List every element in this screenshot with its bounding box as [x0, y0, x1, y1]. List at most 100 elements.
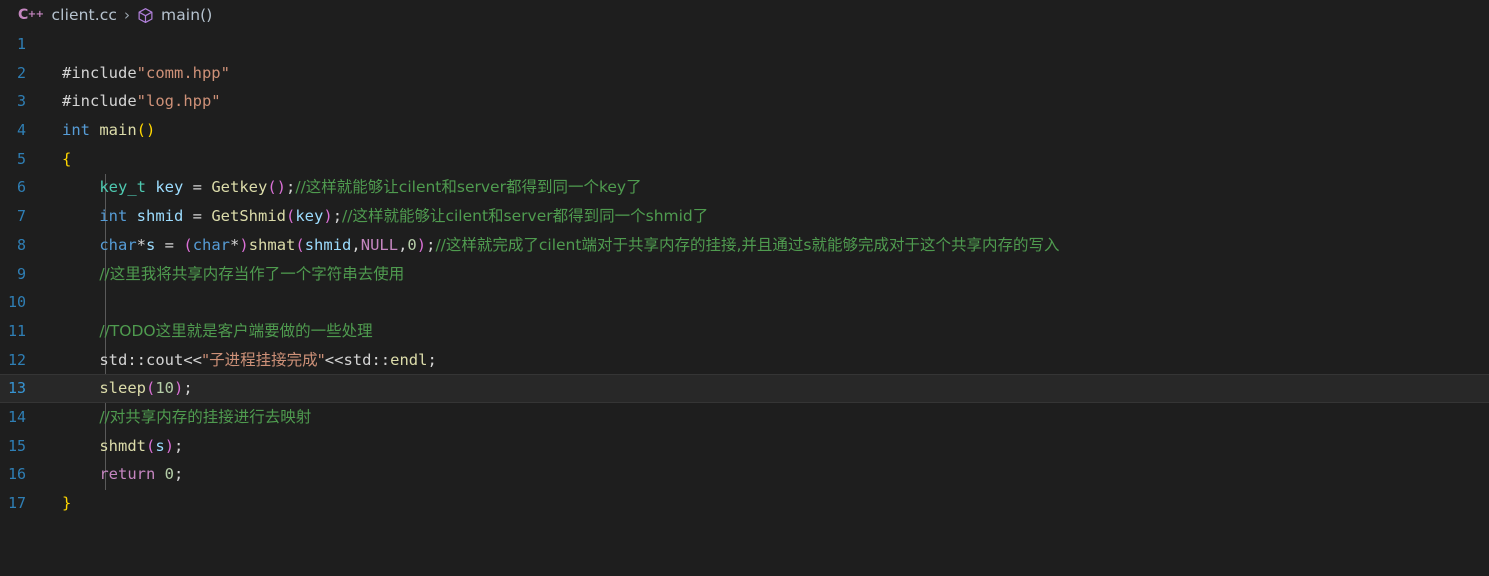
code-line-content[interactable]: int shmid = GetShmid(key);//这样就能够让cilent…: [52, 202, 1489, 231]
code-line-content[interactable]: //对共享内存的挂接进行去映射: [52, 403, 1489, 432]
code-token: <<: [324, 350, 344, 369]
code-line-content[interactable]: std::cout<<"子进程挂接完成"<<std::endl;: [52, 346, 1489, 375]
chevron-right-icon: ›: [124, 5, 130, 24]
code-token: 0: [164, 465, 175, 484]
code-token: s: [146, 235, 156, 254]
code-line[interactable]: 10: [0, 288, 1489, 317]
code-token: ;: [183, 379, 193, 398]
code-token: ;: [174, 436, 184, 455]
code-token: *: [136, 235, 146, 254]
code-line[interactable]: 1: [0, 30, 1489, 59]
code-token: "log.hpp": [136, 92, 221, 111]
code-line-content[interactable]: char*s = (char*)shmat(shmid,NULL,0);//这样…: [52, 231, 1489, 260]
code-token: //对共享内存的挂接进行去映射: [99, 407, 312, 426]
code-token: ::: [127, 350, 146, 369]
code-token: return: [99, 465, 156, 484]
code-line-content[interactable]: //这里我将共享内存当作了一个字符串去使用: [52, 260, 1489, 289]
code-token: ): [174, 379, 184, 398]
line-number: 12: [7, 350, 26, 369]
cube-symbol-icon: [137, 7, 154, 24]
breadcrumb-item-symbol[interactable]: main(): [137, 4, 212, 26]
code-token: ,: [398, 235, 408, 254]
code-token: ,: [351, 235, 361, 254]
code-line[interactable]: 17}: [0, 489, 1489, 518]
code-line[interactable]: 6 key_t key = Getkey();//这样就能够让cilent和se…: [0, 173, 1489, 202]
code-line[interactable]: 12 std::cout<<"子进程挂接完成"<<std::endl;: [0, 346, 1489, 375]
code-token: endl: [390, 350, 428, 369]
code-line-content[interactable]: #include"comm.hpp": [52, 59, 1489, 88]
code-line-content[interactable]: int main(): [52, 116, 1489, 145]
code-token: =: [155, 235, 184, 254]
code-line[interactable]: 15 shmdt(s);: [0, 432, 1489, 461]
code-editor[interactable]: 1 2 #include"comm.hpp" 3 #include"log.hpp" 4 i…: [0, 30, 1489, 576]
code-line[interactable]: 13 sleep(10);: [0, 374, 1489, 403]
code-line[interactable]: 7 int shmid = GetShmid(key);//这样就能够让cile…: [0, 202, 1489, 231]
code-line-content[interactable]: #include"log.hpp": [52, 87, 1489, 116]
line-number: 3: [16, 92, 26, 111]
code-token: ): [239, 235, 249, 254]
code-line-content[interactable]: shmdt(s);: [52, 432, 1489, 461]
line-number: 15: [7, 436, 26, 455]
code-token: char: [192, 235, 231, 254]
code-token: ): [416, 235, 427, 254]
code-token: 0: [407, 235, 417, 254]
code-line[interactable]: 14 //对共享内存的挂接进行去映射: [0, 403, 1489, 432]
code-line[interactable]: 3 #include"log.hpp": [0, 87, 1489, 116]
code-token: key_t: [99, 178, 146, 197]
code-line-content[interactable]: }: [52, 489, 1489, 518]
code-line[interactable]: 11 //TODO这里就是客户端要做的一些处理: [0, 317, 1489, 346]
code-line[interactable]: 8 char*s = (char*)shmat(shmid,NULL,0);//…: [0, 231, 1489, 260]
code-line-content[interactable]: return 0;: [52, 460, 1489, 489]
code-token: =: [183, 178, 212, 197]
breadcrumb: C++ client.cc › main(): [0, 0, 1489, 30]
code-token: ): [323, 207, 333, 226]
code-line-content[interactable]: key_t key = Getkey();//这样就能够让cilent和serv…: [52, 173, 1489, 202]
code-token: *: [230, 235, 240, 254]
breadcrumb-symbol-label: main(): [161, 6, 213, 24]
code-token: (: [183, 235, 193, 254]
code-token: {: [62, 149, 72, 168]
code-token: //这里我将共享内存当作了一个字符串去使用: [99, 264, 405, 283]
breadcrumb-item-file[interactable]: C++ client.cc: [18, 4, 117, 26]
line-number: 9: [16, 264, 26, 283]
code-token: std: [99, 350, 128, 369]
code-token: int: [99, 207, 128, 226]
code-token: //这样就能够让cilent和server都得到同一个shmid了: [342, 207, 709, 226]
code-token: s: [155, 436, 165, 455]
code-token: sleep: [99, 379, 146, 398]
code-token: shmid: [304, 235, 352, 254]
line-number: 6: [16, 178, 26, 197]
code-lines-container: 1 2 #include"comm.hpp" 3 #include"log.hpp" 4 i…: [0, 30, 1489, 518]
code-token: (: [286, 207, 296, 226]
breadcrumb-file-label: client.cc: [51, 6, 117, 24]
code-token: //这样就能够让cilent和server都得到同一个key了: [295, 178, 642, 197]
code-line-content[interactable]: {: [52, 145, 1489, 174]
code-line[interactable]: 9 //这里我将共享内存当作了一个字符串去使用: [0, 260, 1489, 289]
line-number: 8: [16, 235, 26, 254]
code-token: //这样就完成了cilent端对于共享内存的挂接,并且通过s就能够完成对于这个共…: [435, 235, 1060, 254]
code-line[interactable]: 4 int main(): [0, 116, 1489, 145]
code-token: Getkey: [211, 178, 268, 197]
line-number: 10: [7, 293, 26, 312]
code-line[interactable]: 2 #include"comm.hpp": [0, 59, 1489, 88]
code-token: GetShmid: [211, 207, 286, 226]
code-token: char: [99, 235, 137, 254]
code-token: 10: [155, 379, 175, 398]
code-line-content[interactable]: sleep(10);: [52, 374, 1489, 403]
code-token: //TODO这里就是客户端要做的一些处理: [99, 321, 373, 340]
code-line[interactable]: 16 return 0;: [0, 460, 1489, 489]
code-line-content[interactable]: //TODO这里就是客户端要做的一些处理: [52, 317, 1489, 346]
line-number: 11: [7, 321, 26, 340]
code-line[interactable]: 5{: [0, 145, 1489, 174]
code-token: std: [343, 350, 372, 369]
line-number: 1: [16, 35, 26, 53]
code-token: #include: [62, 63, 137, 82]
code-token: <<: [183, 350, 202, 369]
